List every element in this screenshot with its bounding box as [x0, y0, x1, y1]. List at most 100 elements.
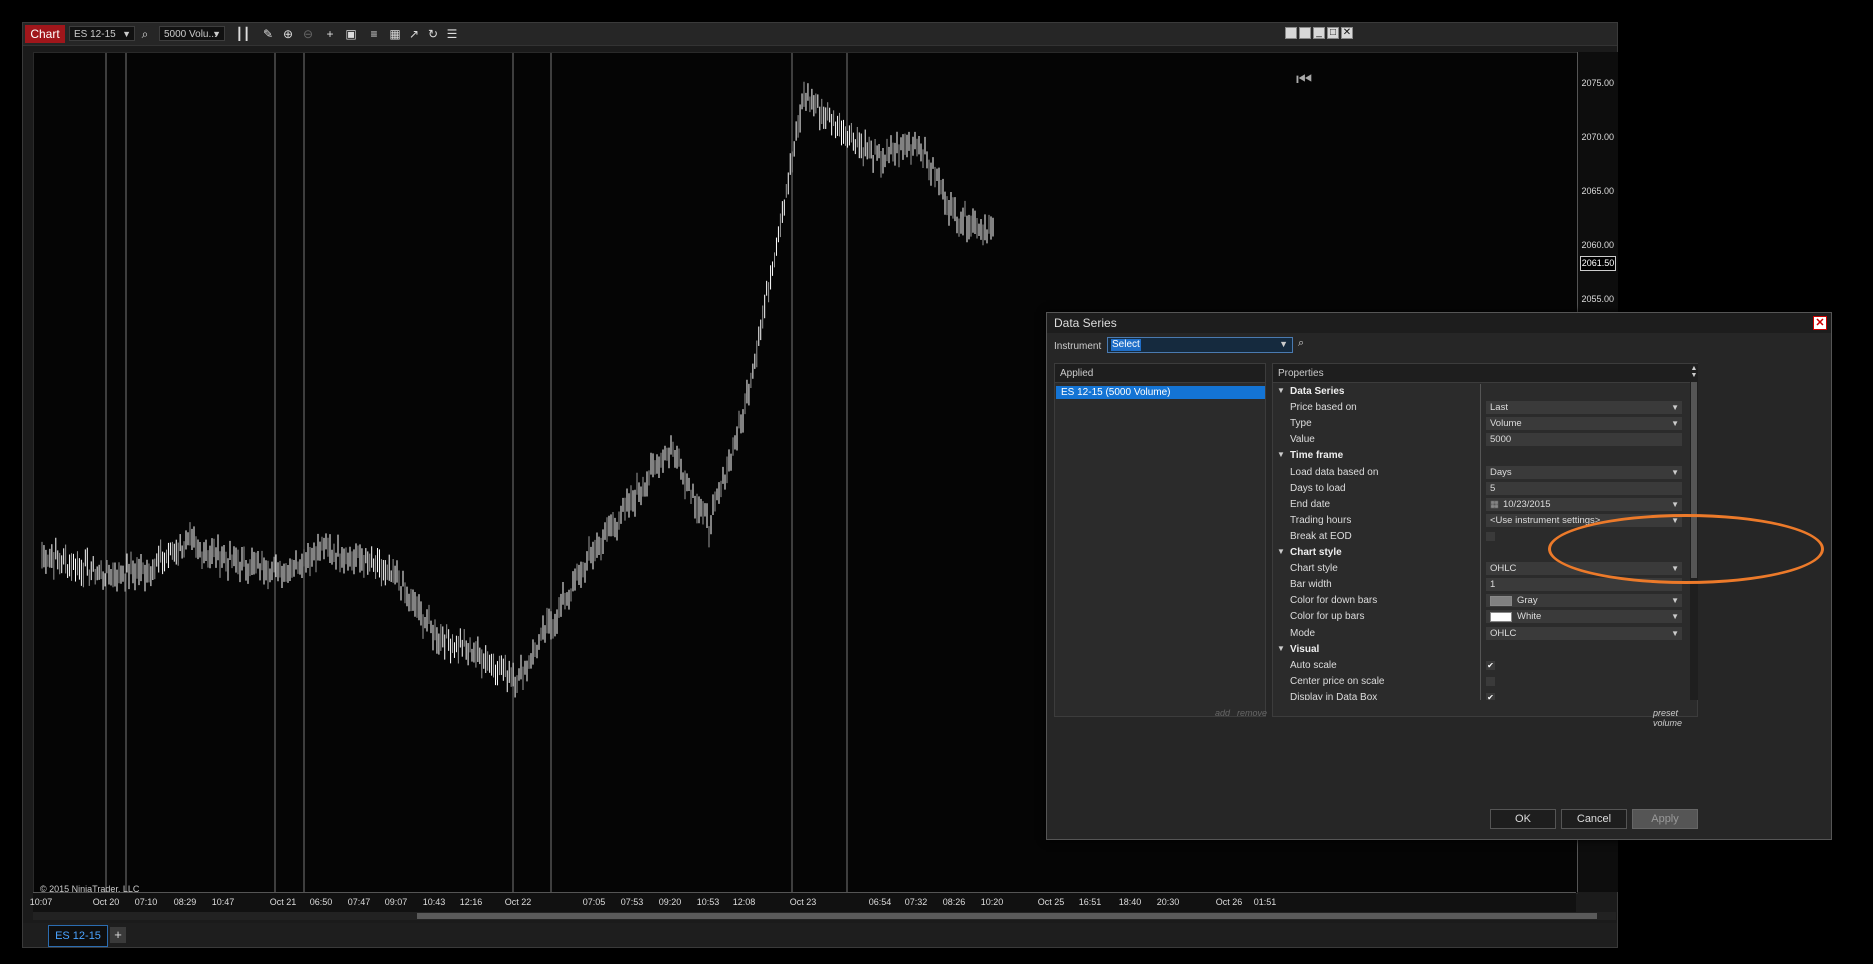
- scroll-up-icon[interactable]: ▲: [1690, 365, 1698, 372]
- calendar-icon[interactable]: ▦: [1490, 499, 1499, 510]
- properties-scrollbar[interactable]: ▲ ▼: [1690, 364, 1698, 700]
- property-checkbox[interactable]: [1486, 676, 1495, 686]
- select-value: Days: [1490, 466, 1512, 478]
- color-swatch: [1490, 611, 1512, 622]
- property-input[interactable]: 5: [1486, 481, 1682, 495]
- time-tick-label: 20:30: [1156, 897, 1180, 907]
- date-picker[interactable]: ▦ 10/23/2015 ▼: [1486, 497, 1682, 511]
- indicators-icon[interactable]: ↗: [406, 26, 422, 42]
- search-icon[interactable]: ⌕: [1298, 337, 1304, 350]
- pencil-icon[interactable]: ✎: [260, 26, 276, 42]
- bars-icon[interactable]: ≡: [366, 26, 382, 42]
- bar-type-icon[interactable]: ┃┃: [235, 26, 251, 42]
- zoom-in-icon[interactable]: ⊕: [280, 26, 296, 42]
- collapse-arrow-icon[interactable]: ▼: [1277, 450, 1285, 459]
- property-label: Value: [1290, 434, 1315, 446]
- time-tick-label: Oct 23: [789, 897, 817, 907]
- property-row: Auto scale ✔: [1273, 658, 1689, 674]
- date-value: 10/23/2015: [1502, 498, 1551, 510]
- property-category[interactable]: ▼ Chart style: [1273, 545, 1689, 561]
- price-tick-label: 2070.00: [1581, 132, 1614, 143]
- property-category[interactable]: ▼ Data Series: [1273, 384, 1689, 400]
- select-value: <Use instrument settings>: [1490, 514, 1601, 526]
- property-select[interactable]: Volume ▼: [1486, 417, 1682, 431]
- property-row: Color for down bars Gray ▼: [1273, 593, 1689, 609]
- property-row: Break at EOD: [1273, 529, 1689, 545]
- scroll-down-icon[interactable]: ▼: [1690, 372, 1698, 379]
- tile-icon[interactable]: [1285, 27, 1297, 39]
- property-checkbox[interactable]: ✔: [1486, 692, 1495, 700]
- maximize-icon[interactable]: □: [1327, 27, 1339, 39]
- color-select[interactable]: Gray ▼: [1486, 594, 1682, 608]
- color-select[interactable]: White ▼: [1486, 610, 1682, 624]
- property-checkbox[interactable]: ✔: [1486, 660, 1495, 670]
- chevron-down-icon: ▼: [1671, 515, 1679, 525]
- horizontal-scrollbar[interactable]: [33, 912, 1616, 920]
- collapse-arrow-icon[interactable]: ▼: [1277, 547, 1285, 556]
- property-label: End date: [1290, 498, 1331, 510]
- ok-button[interactable]: OK: [1490, 809, 1556, 829]
- price-tick-label: 2055.00: [1581, 293, 1614, 304]
- property-category[interactable]: ▼ Time frame: [1273, 448, 1689, 464]
- price-tick-label: 2075.00: [1581, 78, 1614, 89]
- applied-panel: Applied ES 12-15 (5000 Volume) add remov…: [1054, 363, 1267, 718]
- add-link[interactable]: add: [1215, 708, 1230, 718]
- crosshair-icon[interactable]: +: [322, 26, 338, 42]
- chevron-down-icon: ▼: [1671, 564, 1679, 574]
- property-input[interactable]: 5000: [1486, 433, 1682, 447]
- property-checkbox[interactable]: [1486, 531, 1495, 541]
- property-input[interactable]: 1: [1486, 578, 1682, 592]
- property-category[interactable]: ▼ Visual: [1273, 642, 1689, 658]
- property-select[interactable]: OHLC ▼: [1486, 562, 1682, 576]
- time-tick-label: Oct 26: [1215, 897, 1243, 907]
- property-select[interactable]: OHLC ▼: [1486, 626, 1682, 640]
- time-tick-label: 16:51: [1078, 897, 1102, 907]
- property-select[interactable]: <Use instrument settings> ▼: [1486, 513, 1682, 527]
- collapse-arrow-icon[interactable]: ▼: [1277, 386, 1285, 395]
- apply-button[interactable]: Apply: [1632, 809, 1698, 829]
- skip-to-end-icon[interactable]: ⏮: [1296, 69, 1312, 90]
- time-tick-label: 07:05: [582, 897, 606, 907]
- property-row: Trading hours <Use instrument settings> ▼: [1273, 513, 1689, 529]
- refresh-icon[interactable]: ↻: [425, 26, 441, 42]
- property-row: Center price on scale: [1273, 674, 1689, 690]
- close-icon[interactable]: ✕: [1813, 316, 1827, 330]
- close-icon[interactable]: ✕: [1341, 27, 1353, 39]
- collapse-arrow-icon[interactable]: ▼: [1277, 644, 1285, 653]
- zoom-out-icon[interactable]: ⊖: [300, 26, 316, 42]
- period-selector[interactable]: 5000 Volu... ▼: [159, 26, 225, 41]
- input-value: 5: [1490, 482, 1496, 494]
- instrument-input[interactable]: Select ▼: [1107, 337, 1293, 353]
- time-tick-label: Oct 25: [1037, 897, 1065, 907]
- instrument-selector[interactable]: ES 12-15 ▼: [69, 26, 135, 41]
- price-tick-label: 2060.00: [1581, 239, 1614, 250]
- scroll-thumb[interactable]: [417, 913, 1597, 919]
- add-tab-button[interactable]: +: [110, 927, 126, 943]
- select-value: Volume: [1490, 418, 1522, 430]
- property-row: End date ▦ 10/23/2015 ▼: [1273, 497, 1689, 513]
- strategies-icon[interactable]: ▦: [387, 26, 403, 42]
- chevron-down-icon: ▼: [1671, 467, 1679, 477]
- input-value: 5000: [1490, 434, 1512, 446]
- chart-tab[interactable]: Chart: [25, 25, 65, 43]
- time-tick-label: 07:53: [620, 897, 644, 907]
- property-select[interactable]: Last ▼: [1486, 401, 1682, 415]
- minimize-icon[interactable]: _: [1313, 27, 1325, 39]
- property-select[interactable]: Days ▼: [1486, 465, 1682, 479]
- property-row: Value 5000: [1273, 432, 1689, 448]
- tile-alt-icon[interactable]: [1299, 27, 1311, 39]
- property-label: Type: [1290, 418, 1312, 430]
- cancel-button[interactable]: Cancel: [1561, 809, 1627, 829]
- scroll-thumb[interactable]: [1691, 382, 1697, 578]
- snapshot-icon[interactable]: ▣: [343, 26, 359, 42]
- tab-es-12-15[interactable]: ES 12-15: [48, 925, 108, 947]
- remove-link[interactable]: remove: [1237, 708, 1267, 718]
- applied-series-item[interactable]: ES 12-15 (5000 Volume): [1056, 386, 1265, 399]
- property-label: Days to load: [1290, 482, 1346, 494]
- instrument-label: ES 12-15: [74, 29, 116, 40]
- column-divider[interactable]: [1480, 384, 1481, 700]
- list-icon[interactable]: ☰: [444, 26, 460, 42]
- preset-link[interactable]: preset volume: [1653, 708, 1697, 728]
- search-icon[interactable]: ⌕: [137, 26, 153, 42]
- time-axis[interactable]: 10:07 Oct 20 07:10 08:29 10:47 Oct 21 06:50 07:…: [30, 892, 1576, 913]
